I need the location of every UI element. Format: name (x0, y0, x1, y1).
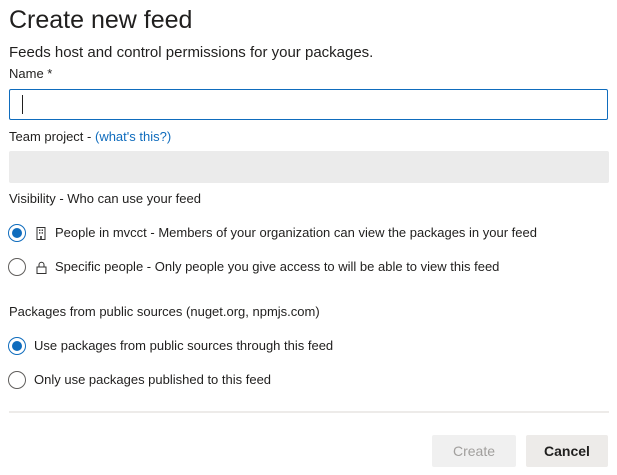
public-sources-option-only-published[interactable]: Only use packages published to this feed (8, 371, 271, 389)
visibility-option-label: People in mvcct - Members of your organi… (55, 225, 537, 240)
public-sources-option-label: Only use packages published to this feed (34, 372, 272, 387)
lock-icon (34, 260, 48, 274)
cancel-button[interactable]: Cancel (526, 435, 608, 467)
radio-unselected[interactable] (8, 371, 26, 389)
footer-divider (9, 411, 609, 413)
visibility-option-label: Specific people - Only people you give a… (55, 259, 500, 274)
public-sources-option-use[interactable]: Use packages from public sources through… (8, 337, 333, 355)
text-caret (22, 95, 23, 114)
visibility-option-organization[interactable]: People in mvcct - Members of your organi… (8, 224, 537, 242)
page-title: Create new feed (9, 6, 193, 34)
public-sources-label: Packages from public sources (nuget.org,… (9, 304, 320, 319)
name-input[interactable] (9, 89, 608, 120)
create-button[interactable]: Create (432, 435, 516, 467)
radio-unselected[interactable] (8, 258, 26, 276)
public-sources-option-label: Use packages from public sources through… (34, 338, 334, 353)
visibility-option-specific-people[interactable]: Specific people - Only people you give a… (8, 258, 499, 276)
radio-selected[interactable] (8, 224, 26, 242)
visibility-label: Visibility - Who can use your feed (9, 191, 201, 206)
team-project-field (9, 151, 609, 183)
whats-this-link[interactable]: (what's this?) (95, 129, 171, 144)
page-subtitle: Feeds host and control permissions for y… (9, 44, 374, 61)
team-project-label-text: Team project - (9, 129, 95, 144)
team-project-label: Team project - (what's this?) (9, 129, 171, 145)
radio-selected[interactable] (8, 337, 26, 355)
building-icon (34, 226, 48, 240)
name-label: Name * (9, 66, 53, 81)
